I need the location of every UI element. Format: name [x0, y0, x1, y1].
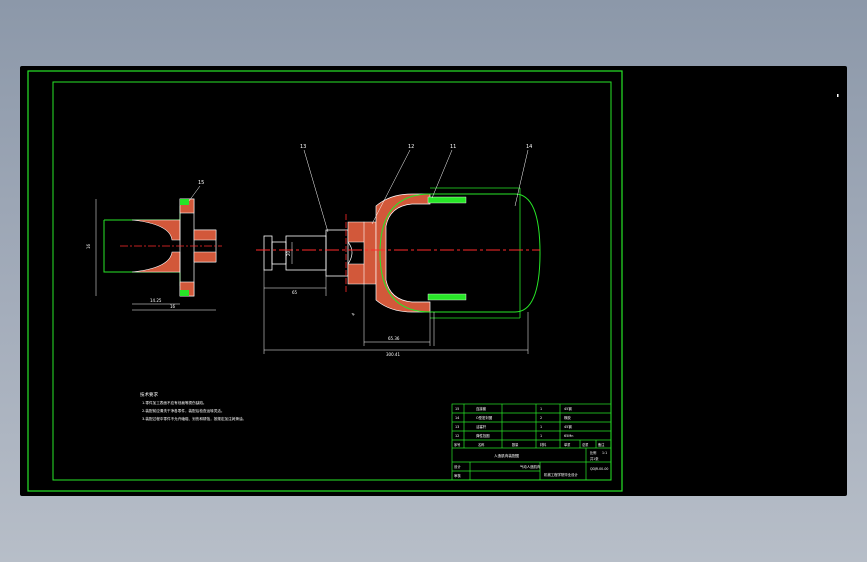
part-label-11: 11: [450, 144, 456, 150]
tb-h-mat: 材料: [540, 442, 547, 447]
dim-left-width: 16: [170, 304, 176, 309]
left-view-hatch-lower: [131, 251, 181, 273]
tb-r1-name: 连接套: [476, 406, 487, 411]
tb-h-no: 序号: [454, 442, 460, 447]
tb-r4-name: 弹性挡圈: [476, 433, 490, 438]
tb-r2-no: 14: [455, 416, 459, 420]
rod-thread: [271, 241, 287, 265]
leader-13: [303, 149, 329, 233]
tb-drawing-no: QDJR-00-00: [590, 467, 608, 471]
left-view-leader: [188, 185, 201, 202]
dim-segment: 65.36: [388, 336, 400, 341]
tb-sheet: 共1张: [590, 456, 599, 461]
rod-neck: [325, 229, 349, 277]
tb-scale-label: 比例: [590, 450, 596, 455]
part-label-14: 14: [526, 144, 532, 150]
left-view-ring-top: [180, 199, 189, 205]
tb-design: 设计: [454, 464, 461, 469]
tech-title: 技术要求: [140, 391, 158, 398]
main-view: 13 12 11 14 65 300.41 65.36 20 4: [256, 144, 541, 357]
tb-r2-name: O型密封圈: [476, 415, 493, 420]
clamp-top: [427, 196, 467, 204]
cad-drawing: 15 16 14.25 16 13 12 11 14 65 300.41 65.…: [27, 70, 839, 492]
left-view: 15 16 14.25 16: [86, 180, 222, 311]
part-label-13: 13: [300, 144, 306, 150]
tb-r3-mat: 45钢: [564, 424, 572, 429]
clamp-bottom: [427, 293, 467, 301]
tb-r4-qty: 1: [540, 434, 542, 438]
tech-item-3: 3.装配过程中零件不允许磕碰、划伤和锈蚀，按规定加注润滑油。: [142, 416, 246, 421]
end-cap-main: [375, 193, 431, 313]
tb-r2-qty: 2: [540, 416, 542, 420]
tb-r1-mat: 45钢: [564, 406, 572, 411]
collar-inner: [347, 241, 353, 265]
tb-r3-no: 13: [455, 425, 459, 429]
part-label-12: 12: [408, 144, 414, 150]
dim-small-a: 20: [286, 250, 291, 256]
left-view-label: 15: [198, 180, 204, 186]
tb-h-note: 备注: [598, 442, 605, 447]
tb-check: 审核: [454, 473, 461, 478]
tb-r1-qty: 1: [540, 407, 542, 411]
title-block-text: 15 连接套 1 45钢 14 O型密封圈 2 橡胶 13 活塞杆 1 45钢 …: [454, 406, 608, 478]
tb-r1-no: 15: [455, 407, 459, 411]
dim-small-b: 4: [350, 312, 356, 317]
tech-item-1: 1.零件加工表面不应有划痕等损伤缺陷。: [142, 400, 207, 405]
tech-item-2: 2.装配前应清洗干净各零件，装配后检查运转灵活。: [142, 408, 225, 413]
tb-scale-value: 1:1: [602, 451, 607, 455]
tb-r3-name: 活塞杆: [476, 424, 487, 429]
dim-total-length: 300.41: [386, 352, 400, 357]
tb-h-total: 总重: [582, 442, 589, 447]
tb-r4-mat: 65Mn: [564, 434, 573, 438]
tb-school: 机械工程学院毕业设计: [544, 472, 579, 477]
tb-h-name: 名称: [478, 442, 485, 447]
dim-shaft: 65: [292, 290, 298, 295]
dim-left-inner: 14.25: [150, 298, 162, 303]
tb-drawing-title: 气动人造肌肉: [520, 464, 541, 469]
dim-left-height: 16: [86, 243, 91, 249]
tb-assembly: 人造肌肉装配图: [494, 453, 520, 458]
inner-frame: [52, 81, 612, 481]
left-view-ring-bottom: [180, 290, 189, 296]
tb-h-unit: 单重: [564, 442, 571, 447]
cad-viewport[interactable]: 15 16 14.25 16 13 12 11 14 65 300.41 65.…: [20, 66, 847, 496]
tb-r4-no: 12: [455, 434, 459, 438]
left-view-nut: [179, 198, 195, 297]
tech-requirements: 技术要求 1.零件加工表面不应有划痕等损伤缺陷。 2.装配前应清洗干净各零件，装…: [140, 391, 246, 421]
tb-h-qty: 数量: [512, 442, 519, 447]
rod-end: [263, 235, 273, 271]
tb-r3-qty: 1: [540, 425, 542, 429]
tb-r2-mat: 橡胶: [564, 415, 571, 420]
outer-frame: [27, 70, 623, 492]
end-cap-hatch: [363, 221, 377, 285]
leader-11: [431, 149, 453, 199]
cursor-dot: [837, 94, 839, 97]
left-view-hatch: [131, 219, 181, 241]
